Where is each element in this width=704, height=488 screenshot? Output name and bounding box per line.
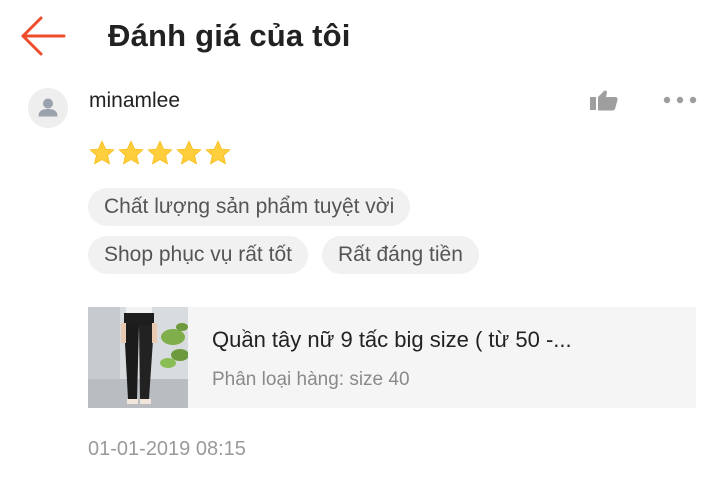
star-icon: [176, 140, 202, 165]
more-dots-icon: [663, 96, 697, 104]
product-name: Quần tây nữ 9 tấc big size ( từ 50 -...: [212, 327, 572, 352]
more-options-button[interactable]: [660, 90, 700, 110]
product-thumbnail: [88, 307, 188, 408]
avatar[interactable]: [28, 88, 68, 128]
review-tag[interactable]: Rất đáng tiền: [321, 236, 479, 274]
like-button[interactable]: [587, 88, 621, 114]
review-tag[interactable]: Chất lượng sản phẩm tuyệt vời: [88, 188, 411, 226]
arrow-left-icon: [21, 16, 66, 56]
page-title: Đánh giá của tôi: [108, 18, 351, 53]
review-page: Đánh giá của tôi minamlee Chất lượng sản…: [0, 0, 704, 488]
product-card[interactable]: Quần tây nữ 9 tấc big size ( từ 50 -... …: [88, 307, 696, 408]
star-icon: [205, 140, 231, 165]
thumbs-up-icon: [590, 90, 618, 111]
star-icon: [147, 140, 173, 165]
review-timestamp: 01-01-2019 08:15: [88, 438, 246, 460]
user-avatar-icon: [28, 88, 68, 128]
top-bar: Đánh giá của tôi: [0, 0, 704, 80]
back-button[interactable]: [14, 12, 70, 60]
product-variant: Phân loại hàng: size 40: [212, 369, 410, 390]
star-icon: [118, 140, 144, 165]
reviewer-username: minamlee: [89, 89, 181, 112]
review-tags: Chất lượng sản phẩm tuyệt vời Shop phục …: [88, 188, 688, 284]
review-tag[interactable]: Shop phục vụ rất tốt: [88, 236, 308, 274]
star-icon: [89, 140, 115, 165]
star-rating: [88, 139, 232, 167]
